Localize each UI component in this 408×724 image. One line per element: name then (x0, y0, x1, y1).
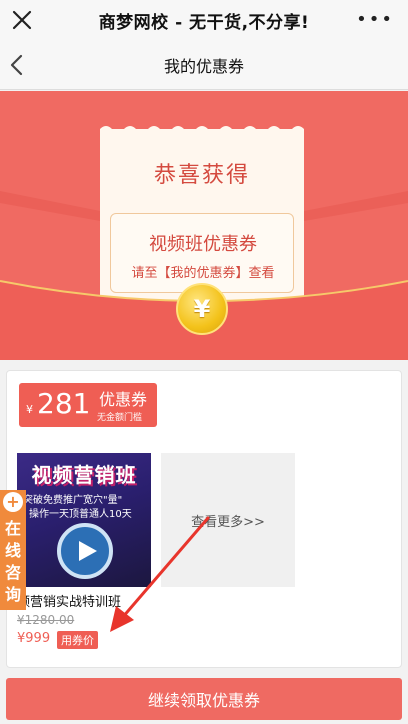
coupon-badge: ¥ 281 优惠券 无金额门槛 (19, 383, 157, 427)
nav-bar: 我的优惠券 (0, 40, 408, 90)
annotation-arrow (110, 516, 210, 632)
more-options-icon[interactable]: ••• (356, 11, 394, 29)
page-title: 我的优惠券 (163, 56, 244, 76)
price-tag: 用券价 (57, 631, 98, 649)
coupon-amount: 281 (37, 387, 91, 420)
coupon-currency: ¥ (26, 403, 33, 416)
yuan-coin-icon: ¥ (176, 283, 228, 335)
app-title: 商梦网校 - 无干货,不分享! (98, 12, 310, 33)
course-original-price: ¥1280.00 (17, 613, 75, 627)
plus-icon: + (3, 492, 23, 512)
thumb-title: 视频营销班 (31, 463, 137, 487)
online-consult-widget[interactable]: + 在线咨询 (0, 490, 26, 610)
close-icon[interactable] (10, 8, 34, 32)
thumb-line-1: 突破免费推广宽穴"量" (23, 495, 123, 506)
coupon-label: 优惠券 (99, 390, 148, 409)
coupon-threshold: 无金额门槛 (97, 413, 143, 423)
back-icon[interactable] (8, 53, 26, 77)
course-price: ¥999 (17, 631, 51, 646)
reward-banner: 恭喜获得 视频班优惠券 请至【我的优惠券】查看 ¥ (0, 91, 408, 360)
consult-text: 在线咨询 (4, 519, 21, 604)
continue-claim-button[interactable]: 继续领取优惠券 (6, 678, 402, 720)
app-titlebar: 商梦网校 - 无干货,不分享! ••• (0, 0, 408, 40)
